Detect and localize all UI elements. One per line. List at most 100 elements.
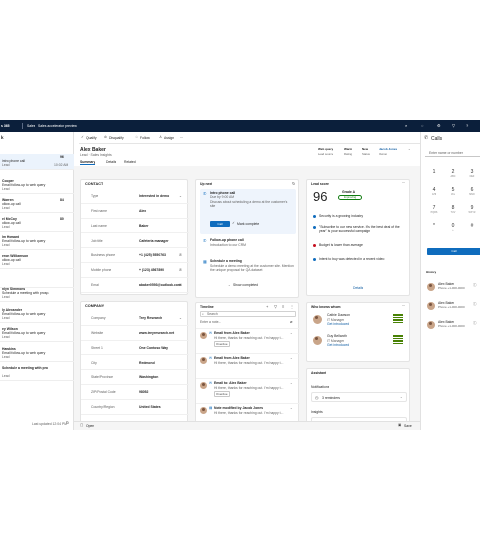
mail-icon[interactable]: ✉	[179, 283, 182, 288]
info-icon[interactable]: ⓘ	[473, 283, 477, 288]
dial-key[interactable]: 7 PQRS	[427, 205, 441, 214]
list-item[interactable]: ey Wilson Email follow-up to web query Lea…	[0, 326, 74, 342]
chevron-down-icon[interactable]: ⌄	[290, 331, 293, 336]
dial-key[interactable]: 4 GHI	[427, 187, 441, 196]
search-icon[interactable]: ⌕	[405, 123, 407, 128]
field-value[interactable]: Redmond	[139, 361, 185, 365]
tab-related[interactable]: Related	[124, 160, 136, 164]
tab-summary[interactable]: Summary	[80, 160, 96, 166]
field-label: Website	[91, 330, 104, 335]
dial-key[interactable]: 3 DEF	[465, 169, 479, 178]
tab-details[interactable]: Details	[106, 160, 116, 164]
dial-input-placeholder: Enter name or number	[429, 151, 463, 155]
list-item[interactable]: Warren ollow-up call Lead 84	[0, 197, 74, 213]
task3-title[interactable]: Schedule a meeting	[210, 259, 242, 263]
call-button[interactable]: Call	[210, 221, 230, 227]
breadcrumb[interactable]: Sales accelerator preview	[38, 124, 77, 128]
qualify-button[interactable]: Qualify	[86, 136, 97, 140]
area-name[interactable]: Sales	[27, 124, 35, 128]
more-commands-icon[interactable]: ···	[180, 136, 183, 140]
chevron-down-icon[interactable]: ⌄	[290, 356, 293, 361]
refresh-icon[interactable]: ↻	[292, 181, 295, 186]
reminders-item[interactable]: ◷ 3 reminders ⌄	[311, 392, 407, 402]
field-value[interactable]: Alex	[139, 209, 185, 213]
list-icon[interactable]: ≡	[282, 304, 284, 309]
chevron-down-icon[interactable]: ⌄	[290, 381, 293, 386]
filter-icon[interactable]: ▽	[452, 123, 455, 128]
list-item[interactable]: Cooper Email follow-up to web query Lead	[0, 178, 74, 194]
settings-icon[interactable]: ⚙	[437, 123, 441, 128]
field-value[interactable]: Cafeteria manager	[139, 239, 185, 243]
info-icon[interactable]: ⓘ	[473, 302, 477, 307]
phone-icon[interactable]: ✆	[179, 253, 182, 258]
assign-button[interactable]: Assign	[164, 136, 174, 140]
lightbulb-icon[interactable]: ◌	[421, 123, 423, 128]
dial-key[interactable]: #	[465, 223, 479, 229]
list-item[interactable]: nlyn Simmons Schedule a meeting with pros…	[0, 286, 74, 302]
field-value[interactable]: Baker	[139, 224, 185, 228]
save-button[interactable]: Save	[404, 424, 412, 428]
list-item[interactable]: Hawkins Email follow-up to web query Lead	[0, 346, 74, 362]
call-button[interactable]: Call	[427, 248, 480, 255]
follow-button[interactable]: Follow	[140, 136, 150, 140]
dial-key[interactable]: 1	[427, 169, 441, 175]
dial-key[interactable]: 2 ABC	[446, 169, 460, 178]
dial-key[interactable]: 5 JKL	[446, 187, 460, 196]
field-value[interactable]: 98052	[139, 390, 185, 394]
field-value[interactable]: One Contoso Way	[139, 346, 185, 350]
record-subtitle[interactable]: Lead · Sales Insights	[80, 153, 112, 157]
timeline-entry[interactable]: ✉ Email to: Alex Baker Hi there, thanks fo…	[196, 378, 300, 402]
avatar	[313, 315, 322, 324]
dial-key[interactable]: 0 +	[446, 223, 460, 232]
chevron-down-icon[interactable]: ⌄	[179, 194, 182, 199]
more-icon[interactable]: ···	[402, 304, 405, 308]
get-introduced-link[interactable]: Get introduced	[327, 322, 349, 326]
timeline-entry[interactable]: ✉ Email from Alex Baker Hi there, thanks f…	[196, 328, 300, 352]
history-phone: Phone +1-000-0000	[438, 305, 465, 309]
timeline-search[interactable]: ⌕ Search	[200, 311, 296, 317]
details-link[interactable]: Details	[353, 286, 363, 290]
avatar	[200, 382, 207, 389]
strength-bar	[393, 316, 403, 318]
filter-icon[interactable]: ▽	[274, 304, 277, 309]
strength-bar	[393, 319, 403, 321]
list-item[interactable]: Schedule a meeting with pro Lead	[0, 365, 74, 381]
app-name[interactable]: s 365	[1, 124, 10, 128]
more-icon[interactable]: ⋮	[290, 304, 294, 309]
item-date: 10:02 AM	[54, 163, 69, 167]
field-value[interactable]: United States	[139, 405, 185, 409]
timeline-entry[interactable]: ✉ Email from Alex Baker Hi there, thanks f…	[196, 353, 300, 377]
attach-icon[interactable]: ⌀	[290, 319, 292, 324]
chevron-down-icon[interactable]: ⌄	[408, 147, 411, 152]
mark-complete-button[interactable]: Mark complete	[237, 222, 259, 226]
field-value[interactable]: Washington	[139, 375, 185, 379]
list-item[interactable]: ly Alexander Email follow-up to web query…	[0, 307, 74, 323]
disqualify-button[interactable]: Disqualify	[109, 136, 124, 140]
add-icon[interactable]: +	[266, 304, 268, 309]
list-item[interactable]: lm Howard Email follow-up to web query Lea…	[0, 234, 74, 250]
dial-key[interactable]: 8 TUV	[446, 205, 460, 214]
list-item[interactable]: el McCoy ollow-up call Lead 80	[0, 216, 74, 232]
show-completed-button[interactable]: Show completed	[233, 283, 258, 287]
dial-key[interactable]: 6 MNO	[465, 187, 479, 196]
timeline-search-input[interactable]: Search	[207, 312, 218, 316]
note-input[interactable]: Enter a note...	[200, 320, 221, 324]
task2-title[interactable]: Follow-up phone call	[210, 238, 244, 242]
help-icon[interactable]: ?	[466, 123, 468, 128]
more-icon[interactable]: ···	[402, 181, 405, 185]
chevron-down-icon[interactable]: ⌄	[290, 406, 293, 411]
dial-input[interactable]: Enter name or number	[425, 149, 480, 157]
status-left[interactable]: Open	[86, 424, 94, 428]
list-item[interactable]: eron Williamson ollow-up call Lead	[0, 253, 74, 269]
dial-key[interactable]: 9 WXYZ	[465, 205, 479, 214]
field-value[interactable]: www.treyresearch.net	[139, 331, 185, 335]
list-item[interactable]: intro phone call Lead 96 10:02 AM	[0, 154, 74, 170]
refresh-icon[interactable]: ↻	[66, 420, 69, 425]
dial-key[interactable]: *	[427, 223, 441, 229]
search-icon: ⌕	[202, 312, 204, 316]
chevron-down-icon[interactable]: ⌄	[179, 316, 182, 321]
get-introduced-link[interactable]: Get introduced	[327, 343, 349, 347]
phone-icon[interactable]: ✆	[179, 268, 182, 273]
insight-text: Security is a growing industry	[319, 214, 364, 218]
info-icon[interactable]: ⓘ	[473, 321, 477, 326]
